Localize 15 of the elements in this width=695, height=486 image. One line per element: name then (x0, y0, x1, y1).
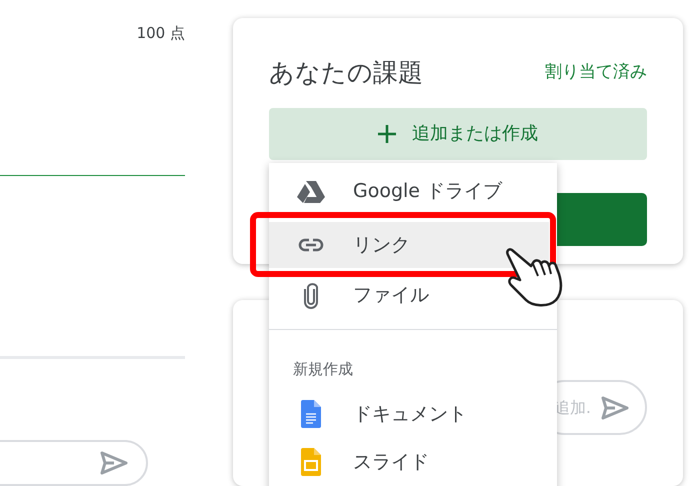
paperclip-icon (304, 281, 318, 309)
document-icon (301, 400, 321, 428)
send-icon[interactable] (100, 450, 128, 475)
menu-item[interactable]: リンク (269, 222, 549, 268)
add-or-create-button[interactable]: 追加または作成 (269, 108, 647, 160)
slides-icon (301, 448, 321, 476)
card-title: あなたの課題 (269, 57, 423, 89)
triangle-icon (297, 180, 325, 204)
status-text: 割り当て済み (545, 61, 647, 84)
plus-icon (378, 124, 396, 142)
comment-field[interactable] (0, 440, 148, 486)
link-icon (298, 238, 324, 252)
send-icon[interactable] (601, 396, 629, 420)
points-text: 100 点 (136, 23, 185, 44)
section-header: 新規作成 (293, 358, 353, 380)
